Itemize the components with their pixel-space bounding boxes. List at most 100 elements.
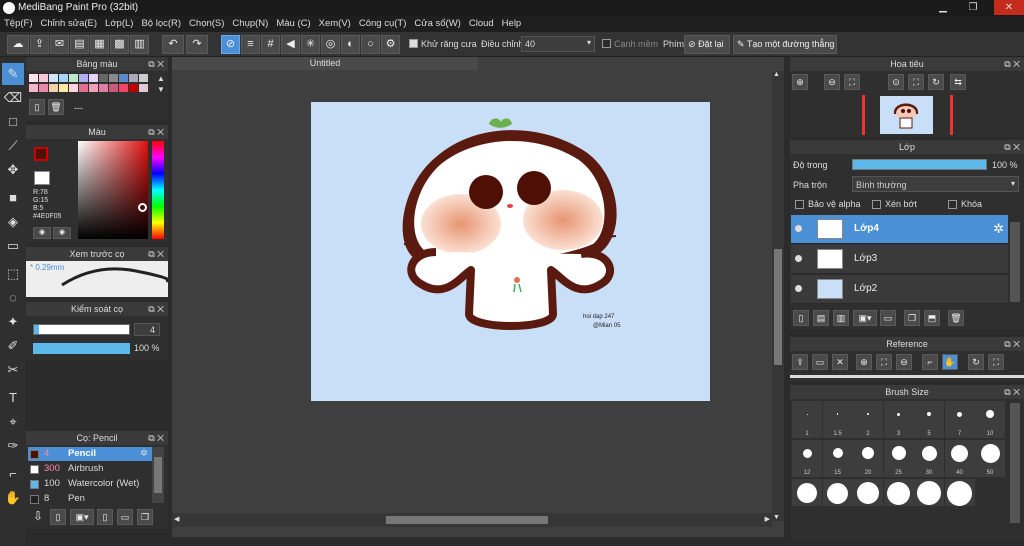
scroll-right-icon[interactable]: ▶ [765,515,770,523]
blend-mode-select[interactable]: Bình thường ▾ [852,176,1019,192]
new-layer-halftone-icon[interactable]: ▤ [813,310,829,326]
swatch[interactable] [89,74,98,82]
new-page-icon[interactable]: ▯ [29,99,45,115]
open-folder-icon[interactable]: ▭ [812,354,828,370]
menu-help[interactable]: Help [498,16,526,32]
layer-item-lop2[interactable]: Lớp2 [791,275,1008,304]
delete-layer-icon[interactable]: 🗑 [948,310,964,326]
menu-file[interactable]: Tệp(F) [0,16,37,32]
brush-size-scrollbar[interactable] [1010,403,1020,523]
menu-snap[interactable]: Chụp(N) [228,16,272,32]
actual-size-icon[interactable]: ⊙ [888,74,904,90]
drawing-canvas[interactable]: hoi dap 247 @Mian 05 [311,102,710,401]
close-icon[interactable]: ⧉ ✕ [148,431,164,445]
brush-size-15[interactable]: 15 [822,440,853,477]
close-icon[interactable]: ⧉ ✕ [1004,140,1020,154]
divide-tool-icon[interactable]: ✑ [2,435,24,457]
hand-tool-icon[interactable]: ✋ [2,487,24,509]
gear-icon[interactable]: ✲ [140,447,148,461]
fit-icon[interactable]: ⛶ [844,74,860,90]
scroll-down-icon[interactable]: ▼ [157,85,165,94]
menu-layer[interactable]: Lớp(L) [101,16,137,32]
vertical-scrollbar[interactable]: ▲ ▼ [772,71,784,521]
snap-perspective-icon[interactable]: ◀ [281,35,300,54]
scroll-up-icon[interactable]: ▲ [157,74,165,83]
brush-size-20[interactable]: 20 [853,440,883,477]
scroll-down-icon[interactable]: ▼ [773,514,780,521]
new-layer-icon[interactable]: ▯ [793,310,809,326]
select-pen-icon[interactable]: ✐ [2,335,24,357]
brush-size-150[interactable] [853,479,883,506]
swatch[interactable] [49,74,58,82]
brush-size-1[interactable]: 1 [792,401,822,438]
new-layer-8bit-icon[interactable]: ▥ [833,310,849,326]
brush-size-40[interactable]: 40 [944,440,975,477]
horizontal-scroll-thumb[interactable] [386,516,548,524]
document-icon[interactable]: ▦ [90,35,109,54]
brush-size-50[interactable]: 50 [975,440,1005,477]
snap-curve-icon[interactable]: ◐ [341,35,360,54]
saturation-picker[interactable] [78,141,148,239]
brush-delete-icon[interactable]: ▯ [97,509,113,525]
brush-tool-icon[interactable]: ✎ [2,63,24,85]
menu-view[interactable]: Xem(V) [315,16,355,32]
color-picker-icon[interactable]: ◉ [53,227,71,239]
snap-parallel-icon[interactable]: ≡ [241,35,260,54]
snap-settings-icon[interactable]: ⚙ [381,35,400,54]
copy-icon[interactable]: ❐ [137,509,153,525]
page-icon[interactable]: ▤ [70,35,89,54]
swatch[interactable] [69,74,78,82]
brush-size-2[interactable]: 2 [853,401,883,438]
layer-list-scrollbar[interactable] [1010,222,1020,302]
swatch[interactable] [139,74,148,82]
hue-slider[interactable] [152,141,164,239]
brush-size-5[interactable]: 5 [914,401,944,438]
visibility-icon[interactable] [795,255,802,262]
layer-item-lop3[interactable]: Lớp3 [791,245,1008,274]
zoom-out-icon[interactable]: ⊖ [896,354,912,370]
swatch[interactable] [129,74,138,82]
swatch[interactable] [109,84,118,92]
swatch[interactable] [109,74,118,82]
brush-item-airbrush[interactable]: 300 Airbrush [28,462,152,476]
brush-size-7[interactable]: 7 [944,401,975,438]
select-rect-icon[interactable]: ⬚ [2,263,24,285]
clip-checkbox[interactable] [872,200,881,209]
reset-button[interactable]: ⊘ Đặt lại [684,35,730,54]
snap-circle-icon[interactable]: ◎ [321,35,340,54]
share-icon[interactable]: ⇪ [30,35,49,54]
grid-icon[interactable]: ▩ [110,35,129,54]
restore-button[interactable]: ❐ [962,0,984,15]
layout-icon[interactable]: ▥ [130,35,149,54]
flip-icon[interactable]: ⇆ [950,74,966,90]
menu-cloud[interactable]: Cloud [465,16,498,32]
brush-opacity-slider[interactable] [33,343,130,354]
protect-alpha-checkbox[interactable] [795,200,804,209]
close-icon[interactable]: ⧉ ✕ [1004,337,1020,351]
redo-icon[interactable]: ↷ [186,35,208,54]
fullscreen-icon[interactable]: ⛶ [908,74,924,90]
fill-shape-icon[interactable]: ■ [2,187,24,209]
layer-opacity-slider[interactable] [852,159,987,170]
fit-icon[interactable]: ⛶ [876,354,892,370]
scroll-up-icon[interactable]: ▲ [773,71,780,78]
swatch[interactable] [69,84,78,92]
brush-size-1.5[interactable]: 1.5 [822,401,853,438]
swatch[interactable] [29,74,38,82]
brush-size-12[interactable]: 12 [792,440,822,477]
menu-window[interactable]: Cửa sổ(W) [410,16,464,32]
zoom-in-icon[interactable]: ⊕ [856,354,872,370]
brush-list-scrollbar[interactable] [152,447,164,503]
visibility-icon[interactable] [795,285,802,292]
undo-icon[interactable]: ↶ [162,35,184,54]
swatch[interactable] [99,84,108,92]
swatch[interactable] [49,84,58,92]
brush-size-200[interactable] [883,479,914,506]
comment-icon[interactable]: ✉ [50,35,69,54]
rotate-icon[interactable]: ↻ [968,354,984,370]
brush-item-pencil[interactable]: 4 Pencil ✲ [28,447,152,461]
adjust-select[interactable]: 40 ▾ [521,36,595,52]
cloud-upload-icon[interactable]: ⇪ [792,354,808,370]
menu-edit[interactable]: Chỉnh sửa(E) [37,16,102,32]
trash-icon[interactable]: 🗑 [48,99,64,115]
